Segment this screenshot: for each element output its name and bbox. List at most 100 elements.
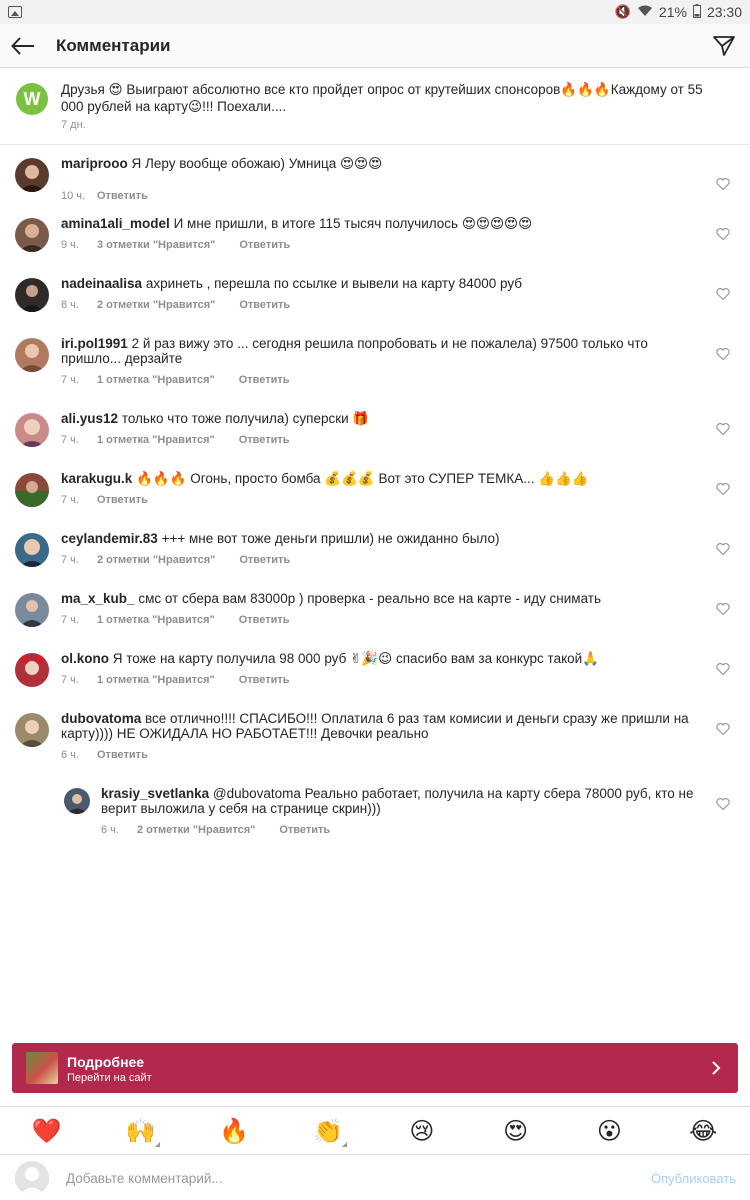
comment-meta: 7 ч. Ответить (61, 494, 148, 506)
clap-emoji-button[interactable]: 👏 (281, 1117, 375, 1147)
fire-emoji-button[interactable]: 🔥 (188, 1117, 282, 1145)
learn-more-banner[interactable]: Подробнее Перейти на сайт (12, 1043, 738, 1093)
likes-count[interactable]: 3 отметки "Нравится" (97, 239, 215, 251)
reply-button[interactable]: Ответить (239, 614, 290, 626)
like-heart-icon[interactable] (716, 662, 730, 676)
reply-button[interactable]: Ответить (239, 239, 290, 251)
emoji-quick-bar: ❤️ 🙌 🔥 👏 😢 😍 😮 😂 (0, 1106, 750, 1154)
comment-text: ali.yus12 только что тоже получила) супе… (61, 411, 701, 426)
like-heart-icon[interactable] (716, 287, 730, 301)
likes-count[interactable]: 2 отметки "Нравится" (137, 824, 255, 836)
avatar[interactable] (15, 413, 49, 447)
heart-emoji-button[interactable]: ❤️ (0, 1117, 94, 1145)
crying-face-emoji-button[interactable]: 😢 (375, 1117, 469, 1145)
raised-hands-emoji-button[interactable]: 🙌 (94, 1117, 188, 1147)
likes-count[interactable]: 1 отметка "Нравится" (97, 674, 215, 686)
avatar[interactable] (15, 593, 49, 627)
status-bar-right: 🔇 21% 23:30 (615, 3, 742, 21)
caption-text: Друзья 😍 Выиграют абсолютно все кто прой… (61, 82, 703, 114)
reply-button[interactable]: Ответить (97, 749, 148, 761)
comment-username[interactable]: dubovatoma (61, 711, 141, 726)
comment-username[interactable]: krasiy_svetlanka (101, 786, 209, 801)
comment-text: ceylandemir.83 +++ мне вот тоже деньги п… (61, 531, 701, 546)
reply-button[interactable]: Ответить (97, 494, 148, 506)
like-heart-icon[interactable] (716, 722, 730, 736)
publish-button[interactable]: Опубликовать (651, 1171, 736, 1186)
comment-username[interactable]: ma_x_kub_ (61, 591, 135, 606)
reply-button[interactable]: Ответить (97, 190, 148, 202)
reply-button[interactable]: Ответить (279, 824, 330, 836)
like-heart-icon[interactable] (716, 797, 730, 811)
avatar[interactable] (15, 338, 49, 372)
comment-username[interactable]: ol.kono (61, 651, 109, 666)
clock: 23:30 (706, 4, 742, 20)
back-arrow-icon (11, 36, 34, 55)
comment-username[interactable]: mariprooo (61, 156, 128, 171)
post-caption: W Друзья 😍 Выиграют абсолютно все кто пр… (0, 69, 750, 145)
avatar[interactable] (15, 473, 49, 507)
like-heart-icon[interactable] (716, 177, 730, 191)
mention-link[interactable]: @dubovatoma (213, 786, 301, 801)
avatar[interactable] (15, 158, 49, 192)
comment-text: ol.kono Я тоже на карту получила 98 000 … (61, 651, 701, 666)
avatar[interactable] (64, 788, 90, 814)
comment-meta: 9 ч. 3 отметки "Нравится" Ответить (61, 239, 290, 251)
reply-button[interactable]: Ответить (239, 434, 290, 446)
comment-username[interactable]: karakugu.k (61, 471, 132, 486)
likes-count[interactable]: 1 отметка "Нравится" (97, 614, 215, 626)
avatar[interactable] (15, 653, 49, 687)
surprised-face-emoji-button[interactable]: 😮 (563, 1117, 657, 1145)
comment-time: 6 ч. (101, 824, 119, 836)
laughing-face-emoji-button[interactable]: 😂 (656, 1117, 750, 1145)
likes-count[interactable]: 2 отметки "Нравится" (97, 554, 215, 566)
likes-count[interactable]: 2 отметки "Нравится" (97, 299, 215, 311)
comment-username[interactable]: nadeinaalisa (61, 276, 142, 291)
avatar[interactable] (15, 278, 49, 312)
comment-username[interactable]: ceylandemir.83 (61, 531, 158, 546)
comment-text: krasiy_svetlanka @dubovatoma Реально раб… (101, 786, 701, 816)
comment-body: +++ мне вот тоже деньги пришли) не ожида… (161, 531, 500, 546)
like-heart-icon[interactable] (716, 422, 730, 436)
comment-meta: 6 ч. Ответить (61, 749, 148, 761)
comment-time: 7 ч. (61, 554, 79, 566)
direct-send-button[interactable] (706, 30, 742, 62)
cta-subtitle: Перейти на сайт (67, 1072, 152, 1084)
comment-meta: 8 ч. 2 отметки "Нравится" Ответить (61, 299, 290, 311)
avatar[interactable] (15, 713, 49, 747)
reply-button[interactable]: Ответить (239, 674, 290, 686)
reply-button[interactable]: Ответить (239, 374, 290, 386)
comment-body: И мне пришли, в итоге 115 тысяч получило… (173, 216, 533, 231)
comment-text: iri.pol1991 2 й раз вижу это ... сегодня… (61, 336, 701, 366)
reply-button[interactable]: Ответить (239, 299, 290, 311)
reply-button[interactable]: Ответить (239, 554, 290, 566)
comment-input[interactable] (66, 1165, 586, 1191)
page-title: Комментарии (56, 35, 171, 55)
like-heart-icon[interactable] (716, 602, 730, 616)
avatar[interactable] (15, 533, 49, 567)
comment-meta: 6 ч. 2 отметки "Нравится" Ответить (101, 824, 330, 836)
comment-time: 7 ч. (61, 434, 79, 446)
comment-username[interactable]: ali.yus12 (61, 411, 118, 426)
back-button[interactable] (0, 24, 46, 68)
like-heart-icon[interactable] (716, 347, 730, 361)
avatar[interactable] (15, 218, 49, 252)
like-heart-icon[interactable] (716, 542, 730, 556)
ad-thumbnail (26, 1052, 58, 1084)
like-heart-icon[interactable] (716, 482, 730, 496)
comment-meta: 10 ч. Ответить (61, 190, 148, 202)
battery-level: 21% (658, 4, 687, 20)
own-avatar (15, 1161, 49, 1195)
like-heart-icon[interactable] (716, 227, 730, 241)
comment-username[interactable]: iri.pol1991 (61, 336, 128, 351)
heart-eyes-emoji-button[interactable]: 😍 (469, 1117, 563, 1145)
comment-text: mariprooo Я Леру вообще обожаю) Умница 😍… (61, 156, 701, 171)
comment-meta: 7 ч. 1 отметка "Нравится" Ответить (61, 614, 290, 626)
comment-username[interactable]: amina1ali_model (61, 216, 170, 231)
comment-text: ma_x_kub_ смс от сбера вам 83000р ) пров… (61, 591, 701, 606)
comment-body: Я Леру вообще обожаю) Умница 😍😍😍 (131, 156, 383, 171)
comment-time: 10 ч. (61, 190, 86, 202)
likes-count[interactable]: 1 отметка "Нравится" (97, 434, 215, 446)
caption-avatar[interactable]: W (16, 83, 48, 115)
comment-body: 2 й раз вижу это ... сегодня решила попр… (61, 336, 648, 366)
likes-count[interactable]: 1 отметка "Нравится" (97, 374, 215, 386)
